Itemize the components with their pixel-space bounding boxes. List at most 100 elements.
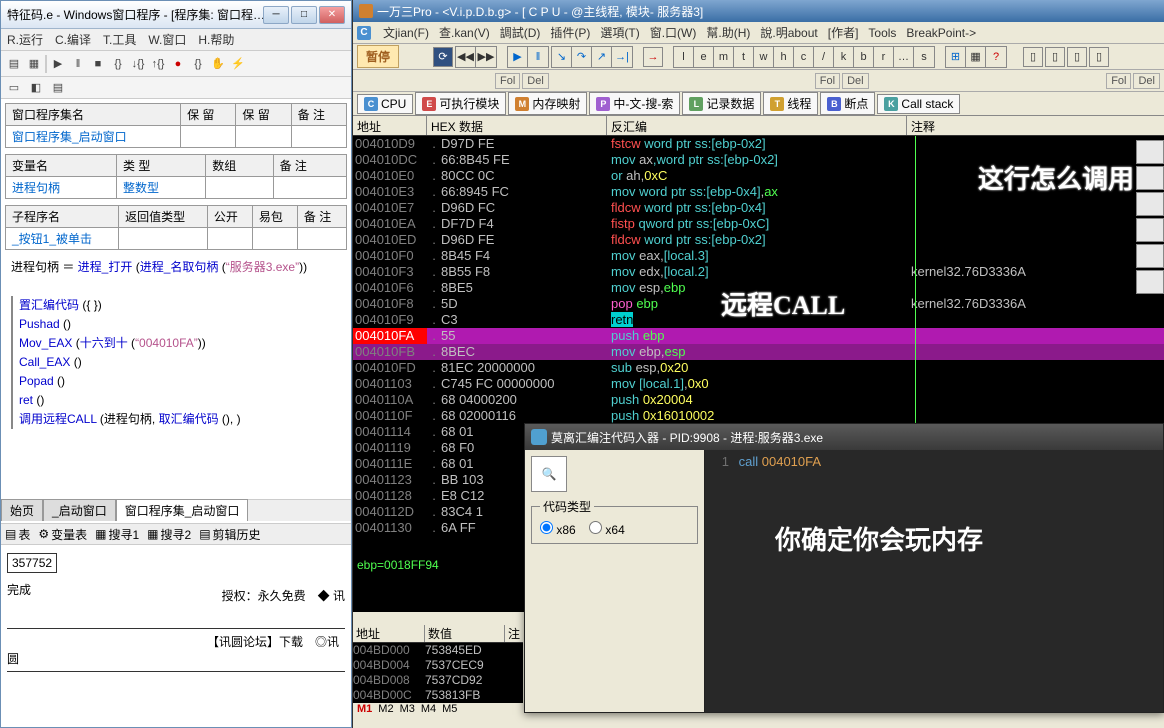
- new-icon[interactable]: ▤: [5, 55, 23, 73]
- grid-icon[interactable]: ▦: [25, 55, 43, 73]
- stop-icon[interactable]: ■: [89, 55, 107, 73]
- menu-compile[interactable]: C.编译: [55, 31, 91, 48]
- disasm-row[interactable]: 0040110A.68 04000200push 0x20004: [353, 392, 1164, 408]
- letter-btn-k[interactable]: k: [834, 47, 854, 67]
- menu-options[interactable]: 選項(T): [600, 24, 639, 41]
- dump-row[interactable]: 004BD0087537CD92: [353, 673, 523, 688]
- breakpoint-icon[interactable]: ●: [169, 55, 187, 73]
- color-icon[interactable]: ▦: [966, 47, 986, 67]
- side-btn[interactable]: [1136, 192, 1164, 216]
- disasm-row[interactable]: 004010FA.55push ebp: [353, 328, 1164, 344]
- dump-hdr-value[interactable]: 数值: [425, 625, 505, 642]
- menu-about[interactable]: 說.明about: [760, 24, 817, 41]
- letter-btn-h[interactable]: h: [774, 47, 794, 67]
- side-btn[interactable]: [1136, 218, 1164, 242]
- menu-help[interactable]: 幫.助(H): [706, 24, 750, 41]
- maximize-button[interactable]: □: [291, 6, 317, 24]
- menu-window[interactable]: 窗.口(W): [650, 24, 697, 41]
- radio-x86[interactable]: x86: [540, 523, 576, 537]
- tab-断点[interactable]: B断点: [820, 92, 875, 115]
- btn-vartable[interactable]: ⚙ 变量表: [38, 526, 87, 543]
- menu-debug[interactable]: 調試(D): [500, 24, 541, 41]
- dump-row[interactable]: 004BD0047537CEC9: [353, 658, 523, 673]
- disasm-row[interactable]: 004010F8.5Dpop ebpkernel32.76D3336A: [353, 296, 1164, 312]
- tab-线程[interactable]: T线程: [763, 92, 818, 115]
- tab-可执行模块[interactable]: E可执行模块: [415, 92, 506, 115]
- tool-c[interactable]: ▤: [49, 79, 67, 97]
- stepinto-icon[interactable]: ↓{}: [129, 55, 147, 73]
- letter-btn-…[interactable]: …: [894, 47, 914, 67]
- run-icon[interactable]: ▶: [508, 47, 528, 67]
- m-tab-4[interactable]: M4: [421, 703, 436, 719]
- menu-tools[interactable]: T.工具: [103, 31, 136, 48]
- btn-clip[interactable]: ▤ 剪辑历史: [199, 526, 260, 543]
- hand-icon[interactable]: ✋: [209, 55, 227, 73]
- hdr-comment[interactable]: 注释: [907, 116, 1164, 135]
- m-tab-3[interactable]: M3: [400, 703, 415, 719]
- side-btn[interactable]: [1136, 244, 1164, 268]
- menu-window[interactable]: W.窗口: [148, 31, 186, 48]
- step-icon[interactable]: {}: [109, 55, 127, 73]
- dump-row[interactable]: 004BD00C753813FB: [353, 688, 523, 703]
- tab-start[interactable]: 始页: [1, 499, 43, 521]
- braces-icon[interactable]: {}: [189, 55, 207, 73]
- disasm-row[interactable]: 004010FD.81EC 20000000sub esp,0x20: [353, 360, 1164, 376]
- letter-btn-b[interactable]: b: [854, 47, 874, 67]
- side-btn[interactable]: [1136, 166, 1164, 190]
- disasm-row[interactable]: 00401103.C745 FC 00000000mov [local.1],0…: [353, 376, 1164, 392]
- letter-btn-c[interactable]: c: [794, 47, 814, 67]
- injector-title[interactable]: 莫离汇编注代码入器 - PID:9908 - 进程:服务器3.exe: [525, 424, 1163, 450]
- menu-author[interactable]: [作者]: [828, 24, 859, 41]
- tool-b[interactable]: ◧: [27, 79, 45, 97]
- tab-内存映射[interactable]: M内存映射: [508, 92, 587, 115]
- stepout-icon[interactable]: ↗: [592, 47, 612, 67]
- table-vars[interactable]: 变量名 类 型 数组 备 注 进程句柄 整数型: [5, 154, 347, 199]
- side-btn[interactable]: [1136, 270, 1164, 294]
- letter-btn-w[interactable]: w: [754, 47, 774, 67]
- disasm-row[interactable]: 004010F6.8BE5mov esp,ebp: [353, 280, 1164, 296]
- menu-plugin[interactable]: 插件(P): [550, 24, 590, 41]
- dump-hdr-cmt[interactable]: 注: [505, 625, 523, 642]
- menu-view[interactable]: 查.kan(V): [439, 24, 490, 41]
- tool-a[interactable]: ▭: [5, 79, 23, 97]
- forum-link[interactable]: 【讯圆论坛】下载 ◎讯圆: [7, 635, 339, 666]
- letter-btn-/[interactable]: /: [814, 47, 834, 67]
- runto-icon[interactable]: →|: [612, 47, 632, 67]
- letter-btn-t[interactable]: t: [734, 47, 754, 67]
- pause-icon[interactable]: ‖: [69, 55, 87, 73]
- run-icon[interactable]: ⚡: [229, 55, 247, 73]
- side-btn[interactable]: [1136, 140, 1164, 164]
- col-icon[interactable]: ▯: [1023, 47, 1043, 67]
- letter-btn-r[interactable]: r: [874, 47, 894, 67]
- m-tab-5[interactable]: M5: [442, 703, 457, 719]
- cell[interactable]: 进程句柄: [6, 177, 117, 199]
- hdr-hex[interactable]: HEX 数据: [427, 116, 607, 135]
- back-icon[interactable]: ◀◀: [456, 47, 476, 67]
- disasm-row[interactable]: 004010E0.80CC 0Cor ah,0xC: [353, 168, 1164, 184]
- letter-btn-m[interactable]: m: [714, 47, 734, 67]
- dump-row[interactable]: 004BD000753845ED: [353, 643, 523, 658]
- minimize-button[interactable]: ─: [263, 6, 289, 24]
- disasm-row[interactable]: 004010E3.66:8945 FCmov word ptr ss:[ebp-…: [353, 184, 1164, 200]
- disasm-row[interactable]: 004010E7.D96D FCfldcw word ptr ss:[ebp-0…: [353, 200, 1164, 216]
- stepinto-icon[interactable]: ↘: [552, 47, 572, 67]
- disasm-row[interactable]: 004010FB.8BECmov ebp,esp: [353, 344, 1164, 360]
- c-icon[interactable]: C: [357, 26, 371, 40]
- btn-search2[interactable]: ▦ 搜寻2: [147, 526, 191, 543]
- code-area[interactable]: 进程句柄 ＝ 进程_打开 (进程_名取句柄 (“服务器3.exe”)) 置汇编代…: [5, 256, 347, 431]
- goto-icon[interactable]: →: [643, 47, 663, 67]
- fwd-icon[interactable]: ▶▶: [476, 47, 496, 67]
- tab-programset[interactable]: 窗口程序集_启动窗口: [116, 499, 249, 521]
- search-icon[interactable]: 🔍: [531, 456, 567, 492]
- disasm-row[interactable]: 004010D9.D97D FEfstcw word ptr ss:[ebp-0…: [353, 136, 1164, 152]
- restart-icon[interactable]: ⟳: [433, 47, 453, 67]
- disasm-row[interactable]: 004010DC.66:8B45 FEmov ax,word ptr ss:[e…: [353, 152, 1164, 168]
- m-tab-1[interactable]: M1: [357, 703, 372, 719]
- letter-btn-e[interactable]: e: [694, 47, 714, 67]
- stepover-icon[interactable]: ↷: [572, 47, 592, 67]
- hdr-addr[interactable]: 地址: [353, 116, 427, 135]
- letter-btn-l[interactable]: l: [674, 47, 694, 67]
- grid-icon[interactable]: ⊞: [946, 47, 966, 67]
- play-icon[interactable]: ▶: [49, 55, 67, 73]
- injector-code[interactable]: 1 call 004010FA 你确定你会玩内存: [705, 450, 1163, 712]
